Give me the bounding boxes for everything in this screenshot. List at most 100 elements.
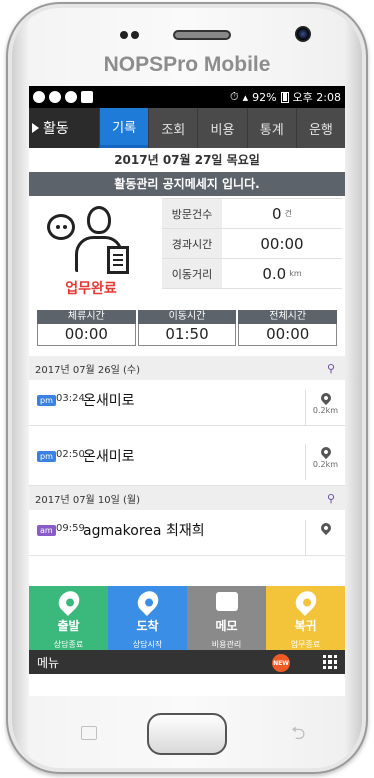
- time-label: 전체시간: [238, 310, 338, 324]
- new-badge[interactable]: NEW: [272, 654, 290, 672]
- location-pin-icon: [318, 444, 333, 460]
- entry-time: 09:59: [56, 523, 85, 534]
- entry-place: agmakorea 최재희: [83, 523, 205, 539]
- clock: 오후 2:08: [292, 91, 341, 104]
- action-title: 출발: [57, 619, 80, 633]
- pin-dot: [142, 596, 155, 609]
- worker-illustration: [41, 206, 141, 276]
- entry-time: 02:50: [56, 449, 85, 460]
- stat-row: 경과시간 00:00: [162, 229, 342, 259]
- list-item[interactable]: pm 03:24 온새미로 0.2km: [29, 380, 345, 426]
- person-icon: [87, 206, 111, 234]
- signal-icon: ▴: [242, 90, 249, 104]
- depart-button[interactable]: 출발 상담종료: [29, 586, 108, 650]
- elapsed-time: 00:00: [260, 234, 304, 253]
- tab-record[interactable]: 기록: [99, 108, 149, 148]
- work-status-label: 업무완료: [65, 281, 117, 297]
- stat-value: 0 건: [222, 199, 342, 228]
- app-screen: ⏱ ▴ 92% 오후 2:08 활동 기록 조회 비용 통계 운행 2017년 …: [29, 86, 345, 696]
- talk-icon: [65, 91, 77, 103]
- tab-drive[interactable]: 운행: [295, 108, 345, 148]
- battery-icon: [280, 91, 289, 103]
- pencil-icon: [215, 592, 238, 611]
- ampm-badge: pm: [37, 451, 56, 462]
- ampm-badge: am: [37, 525, 56, 536]
- stat-row: 이동거리 0.0 km: [162, 259, 342, 289]
- time-column: 이동시간 01:50: [137, 310, 237, 346]
- arrive-button[interactable]: 도착 상담시작: [108, 586, 187, 650]
- entry-place: 온새미로: [83, 393, 135, 409]
- day-header: 2017년 07월 10일 (월) ⚲: [29, 486, 345, 510]
- status-bar: ⏱ ▴ 92% 오후 2:08: [29, 86, 345, 108]
- grid-menu-icon[interactable]: [323, 655, 337, 669]
- action-title: 도착: [136, 619, 159, 633]
- section-toggle[interactable]: 활동: [29, 108, 99, 148]
- map-link[interactable]: [305, 520, 345, 556]
- total-time: 00:00: [238, 324, 338, 346]
- back-button[interactable]: ⮌: [291, 721, 305, 751]
- map-link[interactable]: 0.2km: [305, 444, 345, 480]
- list-item[interactable]: pm 02:50 온새미로 0.2km: [29, 426, 345, 486]
- arrive-pin-icon: [133, 587, 162, 616]
- sensor-icon: [131, 31, 139, 39]
- entry-distance: 0.2km: [312, 406, 339, 415]
- menu-button[interactable]: 메뉴: [37, 654, 59, 671]
- stat-label: 경과시간: [162, 229, 222, 258]
- route-icon[interactable]: ⚲: [327, 492, 335, 505]
- visit-count: 0: [272, 204, 282, 223]
- travel-distance: 0.0: [262, 264, 287, 283]
- current-date: 2017년 07월 27일 목요일: [114, 153, 260, 167]
- image-icon: [81, 91, 93, 103]
- play-arrow-icon: [32, 123, 39, 133]
- pin-dot: [63, 596, 76, 609]
- activity-summary: 업무완료 방문건수 0 건 경과시간 00:00 이동거리 0.0 km: [29, 196, 345, 304]
- chat-bubble-icon: [47, 214, 75, 240]
- action-subtitle: 비용관리: [211, 640, 242, 649]
- action-title: 복귀: [294, 619, 317, 633]
- route-icon[interactable]: ⚲: [327, 362, 335, 375]
- action-title: 메모: [215, 619, 238, 633]
- notification-icon: [33, 91, 45, 103]
- time-label: 이동시간: [137, 310, 237, 324]
- alarm-icon: ⏱: [229, 90, 239, 103]
- ampm-badge: pm: [37, 395, 56, 406]
- camera-icon: [295, 26, 311, 42]
- tab-expense[interactable]: 비용: [197, 108, 247, 148]
- section-label: 활동: [43, 121, 69, 137]
- recent-apps-button[interactable]: [81, 726, 97, 740]
- tab-bar: 활동 기록 조회 비용 통계 운행: [29, 108, 345, 148]
- location-pin-icon: [318, 390, 333, 406]
- map-link[interactable]: 0.2km: [305, 390, 345, 426]
- stat-label: 방문건수: [162, 199, 222, 228]
- action-subtitle: 상담종료: [53, 640, 84, 649]
- time-column: 전체시간 00:00: [238, 310, 338, 346]
- stat-label: 이동거리: [162, 259, 222, 288]
- battery-percent: 92%: [252, 90, 277, 104]
- stat-value: 0.0 km: [222, 259, 342, 288]
- time-summary: 체류시간 00:00 이동시간 01:50 전체시간 00:00: [37, 310, 338, 346]
- list-item[interactable]: am 09:59 agmakorea 최재희: [29, 510, 345, 556]
- entry-place: 온새미로: [83, 449, 135, 465]
- stat-unit: km: [289, 269, 302, 278]
- day-date: 2017년 07월 26일 (수): [35, 364, 141, 376]
- home-button[interactable]: [147, 713, 227, 755]
- location-pin-icon: [318, 520, 333, 536]
- notification-icon: [49, 91, 61, 103]
- time-column: 체류시간 00:00: [37, 310, 136, 346]
- action-subtitle: 상담시작: [132, 640, 163, 649]
- stats-table: 방문건수 0 건 경과시간 00:00 이동거리 0.0 km: [162, 198, 342, 289]
- device-brand: NOPSPro Mobile: [103, 53, 271, 76]
- bottom-bar: 메뉴 NEW: [29, 650, 345, 674]
- tab-search[interactable]: 조회: [148, 108, 198, 148]
- time-label: 체류시간: [37, 310, 136, 324]
- move-time: 01:50: [137, 324, 237, 346]
- notice-banner[interactable]: 활동관리 공지메세지 입니다.: [29, 172, 345, 196]
- action-subtitle: 업무종료: [290, 640, 321, 649]
- tab-stats[interactable]: 통계: [246, 108, 296, 148]
- entry-time: 03:24: [56, 393, 85, 404]
- memo-button[interactable]: 메모 비용관리: [187, 586, 266, 650]
- stat-unit: 건: [284, 209, 292, 218]
- speaker-grille: [173, 30, 231, 40]
- return-button[interactable]: 복귀 업무종료: [266, 586, 345, 650]
- return-pin-icon: [291, 587, 320, 616]
